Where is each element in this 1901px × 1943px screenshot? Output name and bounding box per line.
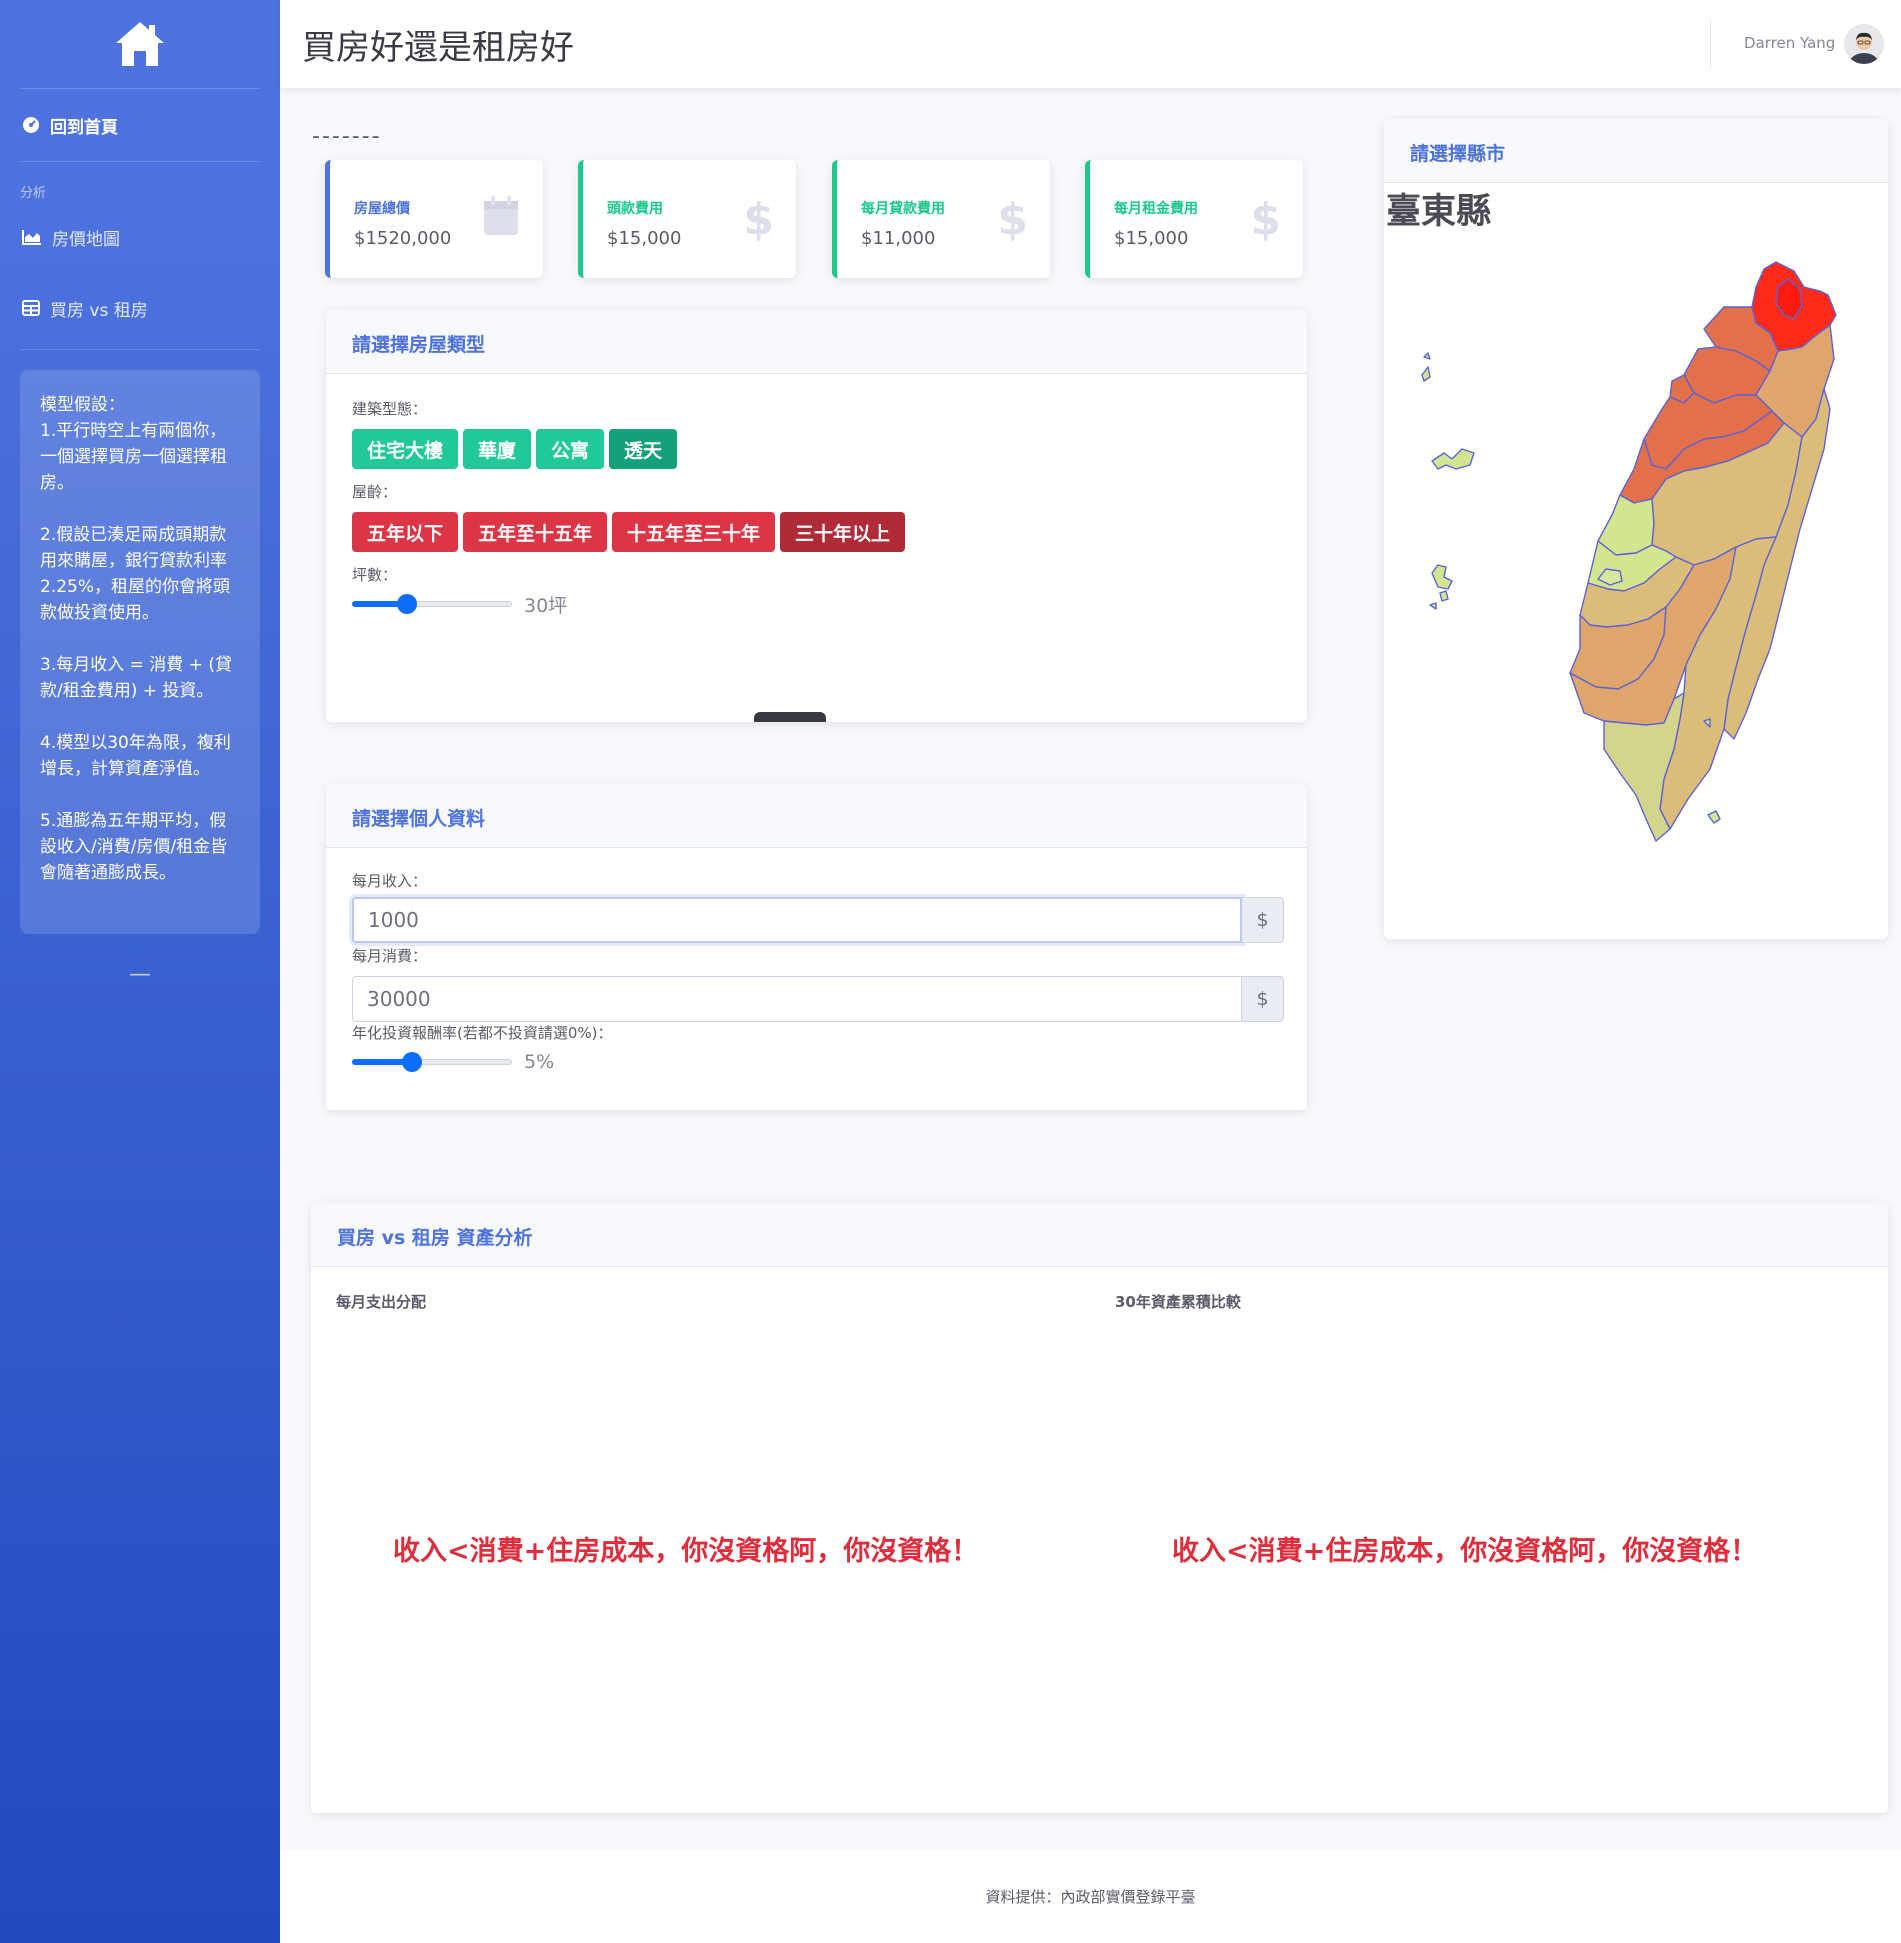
sidebar-item-label: 回到首頁 [50,117,118,138]
spend-input[interactable] [352,976,1242,1022]
map-region-kinmen [1431,448,1475,470]
spend-input-group: $ [352,976,1284,1022]
sidebar-item-price-map[interactable]: 房價地圖 [0,207,280,267]
sidebar-toggle-button[interactable]: — [0,962,280,987]
user-name[interactable]: Darren Yang [1744,34,1835,52]
return-rate-value: 5% [524,1051,555,1073]
building-type-label: 建築型態： [352,400,428,418]
dollar-icon: $ [1250,194,1281,245]
building-type-button-selected[interactable]: 透天 [609,429,678,469]
area-chart-icon [22,230,41,245]
footer: 資料提供：內政部實價登錄平臺 [280,1850,1901,1943]
page-title: 買房好還是租房好 [302,27,574,68]
currency-addon: $ [1242,976,1284,1022]
map-region-changhua [1597,494,1655,556]
status-line: ------- [312,124,382,149]
map-region-matsu [1421,366,1431,382]
area-label: 坪數： [352,566,398,584]
dollar-icon: $ [743,194,774,245]
map-region-orchid-island [1707,810,1721,824]
slider-thumb[interactable] [396,594,417,614]
assumption-item: 4.模型以30年為限，複利增長，計算資產淨值。 [40,733,231,779]
house-type-card: 請選擇房屋類型 建築型態： 住宅大樓 華廈 公寓 透天 屋齡： 五年以下 五年至… [326,310,1307,722]
house-age-group: 五年以下 五年至十五年 十五年至三十年 三十年以上 [352,512,1281,552]
card-title: 買房 vs 租房 資產分析 [311,1203,1888,1267]
income-input[interactable] [352,897,1242,943]
monthly-spending-chart-title: 每月支出分配 [336,1293,427,1311]
stat-card-down-payment: 頭款費用 $15,000 $ [578,160,796,278]
asset-comparison-warning: 收入<消費+住房成本，你沒資格阿，你沒資格！ [1172,1536,1758,1567]
return-slider-row: 5% [352,1045,1281,1079]
house-age-button[interactable]: 十五年至三十年 [612,512,776,552]
return-rate-slider[interactable] [352,1052,512,1072]
taiwan-map[interactable] [1384,119,1888,939]
calendar-icon [484,196,518,235]
sidebar-item-buy-vs-rent[interactable]: 買房 vs 租房 [0,267,280,349]
sidebar-heading: 分析 [20,186,47,201]
county-map-card: 請選擇縣市 臺東縣 [1384,119,1888,939]
return-rate-label: 年化投資報酬率(若都不投資請選0%)： [352,1024,613,1042]
house-age-button[interactable]: 五年以下 [352,512,459,552]
confirm-button[interactable]: 確認 [754,712,826,722]
home-icon [116,22,164,66]
dollar-icon: $ [997,194,1028,245]
spend-label: 每月消費： [352,947,428,965]
stat-card-monthly-rent: 每月租金費用 $15,000 $ [1085,160,1303,278]
currency-addon: $ [1242,897,1284,943]
topbar-divider [1710,20,1711,68]
card-title: 請選擇房屋類型 [326,310,1307,374]
house-age-button[interactable]: 五年至十五年 [463,512,608,552]
table-icon [22,300,40,316]
house-age-button-selected[interactable]: 三十年以上 [780,512,906,552]
sidebar-item-home[interactable]: 回到首頁 [0,89,280,161]
area-slider-row: 30坪 [352,587,1281,621]
sidebar-brand[interactable] [0,0,280,88]
assumption-item: 2.假設已湊足兩成頭期款用來購屋，銀行貸款利率2.25%，租屋的你會將頭款做投資… [40,525,231,623]
analysis-card: 買房 vs 租房 資產分析 每月支出分配 30年資產累積比較 收入<消費+住房成… [311,1203,1888,1813]
area-value: 30坪 [524,594,568,617]
income-input-group: $ [352,897,1284,943]
card-title: 請選擇個人資料 [326,784,1307,848]
user-avatar-icon [1844,24,1884,64]
stat-card-total-price: 房屋總價 $1520,000 [325,160,543,278]
asset-comparison-chart-title: 30年資產累積比較 [1115,1293,1241,1311]
building-type-button[interactable]: 公寓 [536,429,605,469]
sidebar-item-label: 買房 vs 租房 [50,300,148,321]
building-type-group: 住宅大樓 華廈 公寓 透天 [352,429,1281,469]
slider-thumb[interactable] [402,1052,423,1072]
footer-text: 資料提供：內政部實價登錄平臺 [985,1888,1196,1906]
sidebar: 回到首頁 分析 房價地圖 買房 vs 租房 模型假設： 1.平行時空上有兩個你，… [0,0,280,1943]
assumption-item: 1.平行時空上有兩個你，一個選擇買房一個選擇租房。 [40,421,227,493]
building-type-button[interactable]: 華廈 [463,429,532,469]
building-type-button[interactable]: 住宅大樓 [352,429,459,469]
monthly-spending-warning: 收入<消費+住房成本，你沒資格阿，你沒資格！ [393,1536,979,1567]
dashboard-icon [23,117,39,133]
sidebar-item-label: 房價地圖 [52,229,120,250]
stat-card-monthly-loan: 每月貸款費用 $11,000 $ [832,160,1050,278]
assumption-item: 3.每月收入 = 消費 + (貸款/租金費用) + 投資。 [40,655,232,701]
topbar: 買房好還是租房好 Darren Yang [280,0,1901,88]
income-label: 每月收入： [352,872,428,890]
assumption-item: 5.通膨為五年期平均，假設收入/消費/房價/租金皆會隨著通膨成長。 [40,811,228,883]
avatar[interactable] [1844,24,1884,64]
area-slider[interactable] [352,594,512,614]
sidebar-divider [20,349,260,350]
map-region-penghu [1431,564,1453,590]
model-assumptions: 模型假設： 1.平行時空上有兩個你，一個選擇買房一個選擇租房。 2.假設已湊足兩… [20,370,260,934]
assumption-item: 模型假設： [40,395,125,415]
personal-data-card: 請選擇個人資料 每月收入： $ 每月消費： $ 年化投資報酬率(若都不投資請選0… [326,784,1307,1110]
house-age-label: 屋齡： [352,483,398,501]
